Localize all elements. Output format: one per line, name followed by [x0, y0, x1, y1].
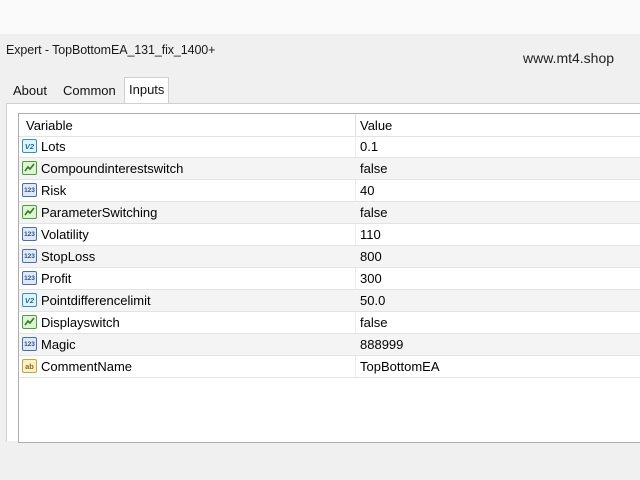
- value-cell[interactable]: 110: [360, 224, 381, 245]
- variable-name-cell: Compoundinterestswitch: [41, 161, 184, 176]
- table-row[interactable]: ParameterSwitching false: [19, 202, 640, 224]
- tab-about[interactable]: About: [9, 80, 51, 102]
- table-row[interactable]: 123 Magic 888999: [19, 334, 640, 356]
- int-type-icon: 123: [22, 249, 37, 263]
- table-row[interactable]: ab CommentName TopBottomEA: [19, 356, 640, 378]
- variable-name-cell: Risk: [41, 183, 67, 198]
- value-cell[interactable]: 0.1: [360, 136, 378, 157]
- value-cell[interactable]: TopBottomEA: [360, 356, 440, 377]
- watermark-text: www.mt4.shop: [523, 50, 615, 66]
- variable-name-cell: Profit: [41, 271, 72, 286]
- column-header-value[interactable]: Value: [360, 114, 392, 136]
- double-type-icon: V2: [22, 139, 37, 153]
- table-row[interactable]: Displayswitch false: [19, 312, 640, 334]
- window-title: Expert - TopBottomEA_131_fix_1400+: [6, 43, 216, 57]
- value-cell[interactable]: 800: [360, 246, 382, 267]
- variable-name-cell: StopLoss: [41, 249, 96, 264]
- variable-name-cell: Displayswitch: [41, 315, 120, 330]
- double-type-icon: V2: [22, 293, 37, 307]
- value-cell[interactable]: 300: [360, 268, 382, 289]
- table-row[interactable]: V2 Pointdifferencelimit 50.0: [19, 290, 640, 312]
- string-type-icon: ab: [22, 359, 37, 373]
- value-cell[interactable]: 888999: [360, 334, 403, 355]
- value-cell[interactable]: false: [360, 158, 387, 179]
- table-row[interactable]: 123 Profit 300: [19, 268, 640, 290]
- column-header-variable[interactable]: Variable: [26, 114, 73, 136]
- variable-name-cell: ParameterSwitching: [41, 205, 158, 220]
- variable-name-cell: Volatility: [41, 227, 89, 242]
- top-band: [0, 0, 640, 34]
- column-divider[interactable]: [355, 114, 356, 136]
- bool-type-icon: [22, 161, 37, 175]
- value-cell[interactable]: false: [360, 312, 387, 333]
- int-type-icon: 123: [22, 227, 37, 241]
- table-header: Variable Value: [19, 114, 640, 137]
- int-type-icon: 123: [22, 183, 37, 197]
- inputs-table: Variable Value V2 Lots 0.1 Compoundinterest…: [18, 113, 640, 443]
- bool-type-icon: [22, 205, 37, 219]
- int-type-icon: 123: [22, 337, 37, 351]
- value-cell[interactable]: 40: [360, 180, 374, 201]
- value-cell[interactable]: 50.0: [360, 290, 385, 311]
- variable-name-cell: Magic: [41, 337, 76, 352]
- tab-inputs[interactable]: Inputs: [124, 77, 170, 103]
- variable-name-cell: Pointdifferencelimit: [41, 293, 151, 308]
- variable-name-cell: CommentName: [41, 359, 133, 374]
- bool-type-icon: [22, 315, 37, 329]
- table-row[interactable]: 123 StopLoss 800: [19, 246, 640, 268]
- table-row[interactable]: Compoundinterestswitch false: [19, 158, 640, 180]
- tab-common[interactable]: Common: [59, 80, 120, 102]
- table-row[interactable]: V2 Lots 0.1: [19, 136, 640, 158]
- table-row[interactable]: 123 Volatility 110: [19, 224, 640, 246]
- value-cell[interactable]: false: [360, 202, 387, 223]
- variable-name-cell: Lots: [41, 139, 66, 154]
- table-row[interactable]: 123 Risk 40: [19, 180, 640, 202]
- int-type-icon: 123: [22, 271, 37, 285]
